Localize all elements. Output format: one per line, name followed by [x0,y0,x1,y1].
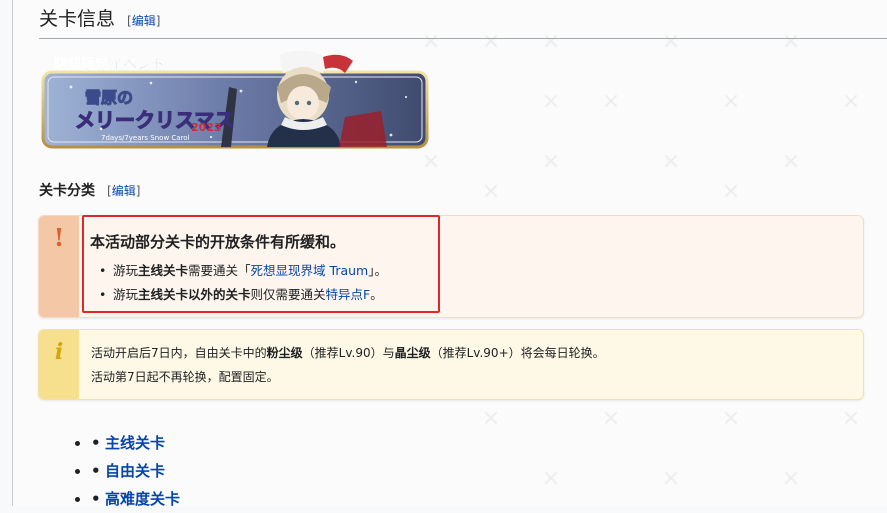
hard-quest-link[interactable]: 高难度关卡 [105,490,180,508]
event-banner[interactable]: 期間限定イベント 雪原の メリークリスマス 2023 7days/7years … [41,47,429,149]
subsection-title: 关卡分类 [39,183,95,199]
watermark-icon [723,410,739,426]
highlight-frame [82,215,440,313]
info-icon: i [54,339,64,365]
watermark-icon [843,410,859,426]
watermark-icon [663,470,679,486]
info-text-part: 活动开启后7日内，自由关卡中的 [91,346,267,360]
warning-strip: ! [39,216,79,317]
info-line-2: 活动第7日起不再轮换，配置固定。 [91,370,279,384]
banner-logo-sub: 7days/7years Snow Carol [101,134,190,142]
watermark-icon [543,93,559,109]
edit-subsection-wrapper: [编辑] [107,184,141,198]
info-bold-fencheng: 粉尘级 [266,346,303,360]
main-quest-link[interactable]: 主线关卡 [105,434,165,452]
content-area: 关卡信息 [编辑] 期間限定イベント 雪原の メリークリスマス 2023 7da… [12,0,887,513]
watermark-icon [783,470,799,486]
info-bold-jingcheng: 晶尘级 [394,346,431,360]
watermark-icon [843,93,859,109]
watermark-icon [783,153,799,169]
watermark-icon [423,153,439,169]
subsection-heading: 关卡分类 [编辑] [39,177,140,205]
watermark-icon [603,93,619,109]
banner-logo-number: 2023 [191,121,222,134]
watermark-icon [723,93,739,109]
watermark-icon [483,183,499,199]
section-heading: 关卡信息 [编辑] [39,2,887,39]
event-banner-image: 期間限定イベント 雪原の メリークリスマス 2023 7days/7years … [41,50,429,149]
info-text: 活动开启后7日内，自由关卡中的粉尘级（推荐Lv.90）与晶尘级（推荐Lv.90+… [91,341,605,389]
watermark-icon [543,153,559,169]
watermark-icon [543,470,559,486]
watermark-icon [483,410,499,426]
watermark-icon [663,153,679,169]
free-quest-link[interactable]: 自由关卡 [105,462,165,480]
section-title: 关卡信息 [39,8,116,30]
quest-links-list: 主线关卡 自由关卡 高难度关卡 [51,429,180,513]
info-text-part: （推荐Lv.90+）将会每日轮换。 [430,346,605,360]
watermark-icon [603,410,619,426]
quest-list-item: 自由关卡 [91,457,180,485]
quest-list-item: 主线关卡 [91,429,180,457]
info-line-1: 活动开启后7日内，自由关卡中的粉尘级（推荐Lv.90）与晶尘级（推荐Lv.90+… [91,341,605,365]
edit-subsection-link[interactable]: 编辑 [112,184,136,198]
exclamation-icon: ! [53,223,65,252]
info-text-part: （推荐Lv.90）与 [302,346,395,360]
quest-list-item: 高难度关卡 [91,485,180,513]
banner-top-text: 期間限定イベント [53,56,165,73]
info-strip: i [39,330,79,399]
watermark-icon [723,183,739,199]
banner-logo-text-a: 雪原の [85,88,133,107]
edit-section-wrapper: [编辑] [127,14,161,28]
edit-section-link[interactable]: 编辑 [132,14,156,28]
